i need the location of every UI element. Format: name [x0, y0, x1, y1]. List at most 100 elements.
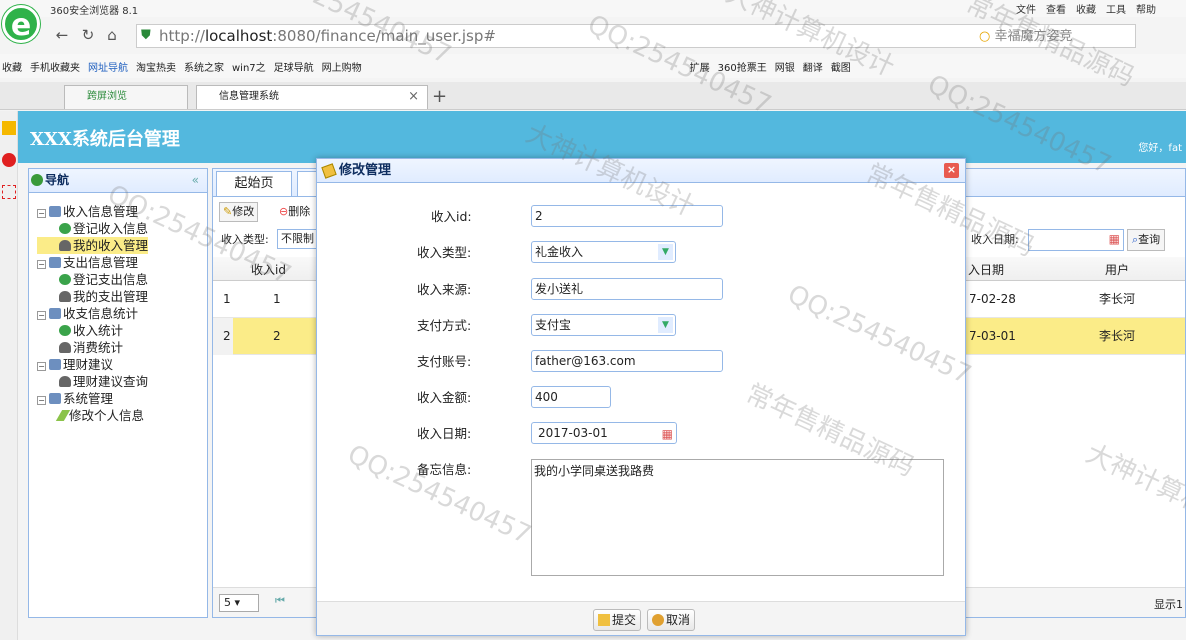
tab-close-icon[interactable]: ×	[408, 86, 419, 108]
fav-mobile[interactable]: 手机收藏夹	[30, 59, 80, 74]
first-page-icon[interactable]: ⏮	[275, 594, 285, 608]
nav-collapse-icon[interactable]: «	[192, 169, 199, 191]
col-header-user[interactable]: 用户	[1105, 261, 1129, 278]
ext-ticket[interactable]: 360抢票王	[718, 59, 767, 74]
submit-button[interactable]: 提交	[593, 609, 642, 631]
cell-user: 李长河	[1099, 329, 1136, 343]
browser-search-box[interactable]: ○ 幸福魔方姿竞	[979, 25, 1139, 45]
query-button[interactable]: ⌕查询	[1127, 229, 1166, 251]
user-icon	[59, 342, 71, 353]
add-icon	[59, 223, 71, 234]
filter-date-input[interactable]: ▦	[1028, 229, 1124, 251]
tree-item-advice-query[interactable]: 理财建议查询	[37, 373, 148, 390]
item-label: 登记支出信息	[73, 272, 149, 287]
tree-item-register-income[interactable]: 登记收入信息	[37, 220, 148, 237]
fav-collection[interactable]: 收藏	[2, 59, 22, 74]
tree-item-my-income[interactable]: 我的收入管理	[37, 237, 149, 254]
browser-tab-bar: 跨屏浏览 信息管理系统 × +	[0, 82, 1186, 110]
menu-file[interactable]: 文件	[1016, 1, 1036, 16]
browser-nav-bar: ← ↻ ⌂ ⛊ http://localhost:8080/finance/ma…	[44, 22, 1186, 50]
menu-view[interactable]: 查看	[1046, 1, 1066, 16]
ext-translate[interactable]: 翻译	[803, 59, 823, 74]
fav-system[interactable]: 系统之家	[184, 59, 224, 74]
item-label: 理财建议查询	[73, 374, 149, 389]
calendar-icon[interactable]: ▦	[662, 424, 673, 444]
tree-item-my-expense[interactable]: 我的支出管理	[37, 288, 148, 305]
tab-start-page[interactable]: 起始页	[216, 171, 292, 196]
add-icon	[59, 325, 71, 336]
browser-tab-info-system[interactable]: 信息管理系统 ×	[196, 85, 428, 109]
ext-bank[interactable]: 网银	[775, 59, 795, 74]
delete-button[interactable]: ⊖删除	[275, 202, 314, 222]
tree-item-edit-profile[interactable]: 修改个人信息	[37, 407, 148, 424]
cancel-button[interactable]: 取消	[647, 609, 696, 631]
type-select[interactable]: 礼金收入 ▼	[531, 241, 676, 263]
account-field[interactable]: father@163.com	[531, 350, 723, 372]
delete-icon: ⊖	[279, 205, 289, 218]
field-amount-label: 收入金额:	[417, 390, 472, 405]
edit-button[interactable]: ✎修改	[219, 202, 259, 222]
tree-item-register-expense[interactable]: 登记支出信息	[37, 271, 148, 288]
menu-favorites[interactable]: 收藏	[1076, 1, 1096, 16]
source-field[interactable]: 发小送礼	[531, 278, 723, 300]
fav-shopping[interactable]: 网上购物	[322, 59, 362, 74]
field-memo-label: 备忘信息:	[417, 462, 472, 477]
item-label: 登记收入信息	[73, 221, 149, 236]
row-number: 2	[213, 318, 233, 355]
browser-tab-cross-screen[interactable]: 跨屏浏览	[64, 85, 188, 109]
date-field[interactable]: 2017-03-01 ▦	[531, 422, 677, 444]
nav-header: 导航 «	[29, 169, 207, 193]
group-label: 系统管理	[63, 391, 114, 406]
tree-group-expense[interactable]: − 支出信息管理	[37, 254, 148, 271]
browser-title-bar: 360安全浏览器 8.1 文件 查看 收藏 工具 帮助	[0, 0, 1186, 17]
menu-help[interactable]: 帮助	[1136, 1, 1156, 16]
ext-screenshot[interactable]: 截图	[831, 59, 851, 74]
user-greeting: 您好，fat	[1138, 143, 1182, 154]
dialog-title: 修改管理	[339, 163, 392, 178]
group-label: 支出信息管理	[63, 255, 139, 270]
amount-field[interactable]: 400	[531, 386, 611, 408]
filter-type-select[interactable]: 不限制	[277, 229, 317, 249]
tree-group-advice[interactable]: − 理财建议	[37, 356, 148, 373]
fav-taobao[interactable]: 淘宝热卖	[136, 59, 176, 74]
item-label: 我的收入管理	[73, 238, 149, 253]
star-icon[interactable]	[2, 121, 16, 135]
fav-football[interactable]: 足球导航	[274, 59, 314, 74]
app-header	[18, 111, 1186, 163]
back-arrow-icon[interactable]: ←	[52, 25, 72, 45]
cell-id: 2	[273, 329, 281, 343]
row-number: 1	[223, 292, 231, 306]
edit-icon: ✎	[223, 205, 233, 218]
id-field[interactable]: 2	[531, 205, 723, 227]
menu-tools[interactable]: 工具	[1106, 1, 1126, 16]
col-header-date[interactable]: 入日期	[968, 261, 1004, 278]
field-date-label: 收入日期:	[417, 426, 472, 441]
pay-method-select[interactable]: 支付宝 ▼	[531, 314, 676, 336]
close-icon[interactable]: ×	[944, 163, 959, 178]
folder-icon	[49, 257, 61, 268]
new-tab-button[interactable]: +	[432, 86, 447, 107]
col-header-id[interactable]: 收入id	[251, 261, 286, 278]
tree-group-system[interactable]: − 系统管理	[37, 390, 148, 407]
tree-item-expense-stats[interactable]: 消费统计	[37, 339, 148, 356]
group-label: 收支信息统计	[63, 306, 139, 321]
url-path: :8080/finance/main_user.jsp#	[272, 27, 496, 45]
fav-win7[interactable]: win7之	[232, 59, 266, 74]
page-size-select[interactable]: 5 ▾	[219, 594, 259, 612]
refresh-icon[interactable]: ↻	[78, 25, 98, 45]
calendar-icon[interactable]: ▦	[1109, 232, 1120, 246]
memo-textarea[interactable]: 我的小学同桌送我路费	[531, 459, 944, 576]
cell-date: 7-03-01	[969, 329, 1016, 343]
field-account-label: 支付账号:	[417, 354, 472, 369]
weibo-icon[interactable]	[2, 153, 16, 167]
fav-nav[interactable]: 网址导航	[88, 59, 128, 74]
cell-id: 1	[273, 292, 281, 306]
mail-icon[interactable]	[2, 185, 16, 199]
tab-label: 跨屏浏览	[87, 91, 127, 102]
tree-group-stats[interactable]: − 收支信息统计	[37, 305, 148, 322]
home-icon[interactable]: ⌂	[102, 25, 122, 45]
tree-item-income-stats[interactable]: 收入统计	[37, 322, 148, 339]
tree-group-income[interactable]: − 收入信息管理	[37, 203, 148, 220]
cell-user: 李长河	[1099, 292, 1136, 306]
ext-extensions[interactable]: 扩展	[690, 59, 710, 74]
